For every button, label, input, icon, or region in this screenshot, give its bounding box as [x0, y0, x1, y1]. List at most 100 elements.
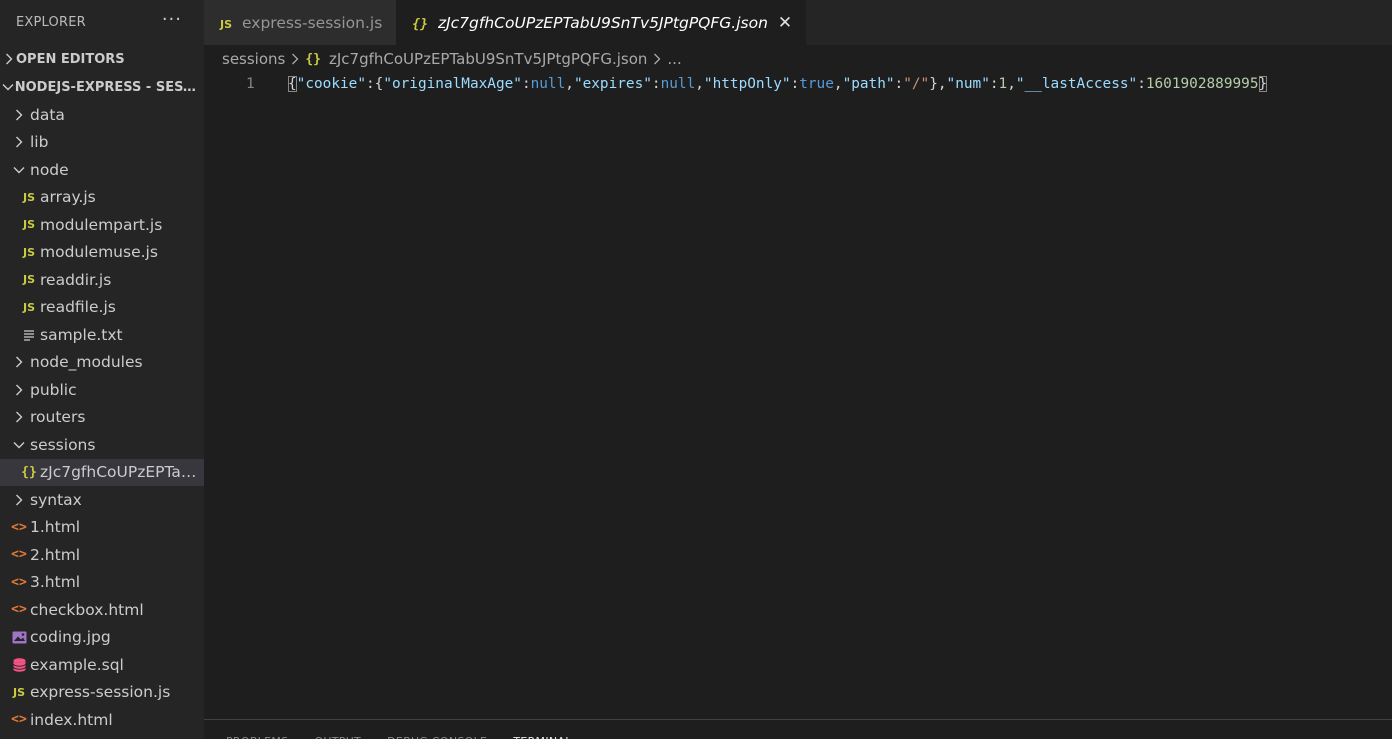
- vscode-window: EXPLORER ··· OPEN EDITORS NODEJS-EXPRESS…: [0, 0, 1392, 739]
- explorer-sidebar: EXPLORER ··· OPEN EDITORS NODEJS-EXPRESS…: [0, 0, 204, 739]
- panel-tab-debug-console[interactable]: DEBUG CONSOLE: [387, 735, 487, 739]
- code-token: "originalMaxAge": [383, 76, 522, 92]
- code-token: :: [989, 76, 999, 92]
- js-file-icon: JS: [220, 17, 233, 31]
- code-token: 1601902889995: [1145, 76, 1259, 92]
- tree-item-label: coding.jpg: [30, 628, 111, 647]
- database-file-icon: [8, 658, 30, 672]
- tree-item-label: data: [30, 105, 65, 124]
- tree-item-label: 1.html: [30, 518, 81, 537]
- js-file-icon: JS: [22, 245, 35, 259]
- code-text[interactable]: {"cookie":{"originalMaxAge":null,"expire…: [288, 76, 1268, 92]
- html-file-icon: <>: [11, 547, 27, 563]
- tree-item-public[interactable]: public: [0, 376, 204, 404]
- code-editor[interactable]: 1 {"cookie":{"originalMaxAge":null,"expi…: [204, 73, 1392, 719]
- tree-item-coding-jpg[interactable]: coding.jpg: [0, 624, 204, 652]
- js-file-icon: JS: [22, 218, 35, 232]
- panel-tab-terminal[interactable]: TERMINAL: [513, 735, 571, 739]
- tree-item-syntax[interactable]: syntax: [0, 486, 204, 514]
- close-tab-icon[interactable]: ✕: [778, 13, 792, 33]
- html-file-icon: <>: [11, 574, 27, 590]
- breadcrumb-symbol[interactable]: ...: [667, 50, 681, 68]
- open-editors-section[interactable]: OPEN EDITORS: [0, 45, 204, 73]
- tree-item-node[interactable]: node: [0, 156, 204, 184]
- tree-item-lib[interactable]: lib: [0, 129, 204, 157]
- file-tree: data lib node JS array.js JS modulempart.js JS m…: [0, 101, 204, 734]
- tree-item-index-html[interactable]: <> index.html: [0, 706, 204, 734]
- bottom-panel: PROBLEMS OUTPUT DEBUG CONSOLE TERMINAL: [204, 719, 1392, 739]
- open-editors-label: OPEN EDITORS: [16, 51, 125, 67]
- tree-item-modulemuse-js[interactable]: JS modulemuse.js: [0, 239, 204, 267]
- js-file-icon: JS: [22, 273, 35, 287]
- explorer-header: EXPLORER ···: [0, 0, 204, 45]
- tree-item-label: node_modules: [30, 353, 143, 372]
- editor-tab-label: express-session.js: [242, 13, 383, 32]
- project-section[interactable]: NODEJS-EXPRESS - SESSIO...: [0, 73, 204, 101]
- tree-item-array-js[interactable]: JS array.js: [0, 184, 204, 212]
- chevron-right-icon: [2, 53, 16, 65]
- bracket-token: {: [288, 76, 297, 92]
- tree-item-label: checkbox.html: [30, 600, 144, 619]
- code-token: :: [894, 76, 904, 92]
- tree-item-readfile-js[interactable]: JS readfile.js: [0, 294, 204, 322]
- code-token: "cookie": [296, 76, 366, 92]
- tree-item-label: readfile.js: [40, 298, 116, 317]
- code-token: ,: [833, 76, 843, 92]
- panel-tab-output[interactable]: OUTPUT: [314, 735, 361, 739]
- tree-item-sample-txt[interactable]: sample.txt: [0, 321, 204, 349]
- tree-item-2-html[interactable]: <> 2.html: [0, 541, 204, 569]
- chevron-right-icon: [8, 109, 30, 121]
- chevron-right-icon: [8, 494, 30, 506]
- editor-tab[interactable]: {} zJc7gfhCoUPzEPTabU9SnTv5JPtgPQFG.json ✕: [396, 0, 807, 45]
- explorer-title: EXPLORER: [16, 15, 86, 30]
- code-token: ,: [695, 76, 704, 92]
- tree-item-express-session-js[interactable]: JS express-session.js: [0, 679, 204, 707]
- code-token: :: [651, 76, 661, 92]
- js-file-icon: JS: [22, 300, 35, 314]
- line-number: 1: [246, 76, 255, 92]
- breadcrumb-folder[interactable]: sessions: [222, 50, 285, 68]
- tree-item-sessions[interactable]: sessions: [0, 431, 204, 459]
- chevron-right-icon: [291, 53, 299, 65]
- tree-item-3-html[interactable]: <> 3.html: [0, 569, 204, 597]
- tree-item-label: express-session.js: [30, 683, 171, 702]
- code-token: ,: [1007, 76, 1016, 92]
- code-token: null: [530, 76, 566, 92]
- tree-item-checkbox-html[interactable]: <> checkbox.html: [0, 596, 204, 624]
- tree-item-label: public: [30, 380, 77, 399]
- code-token: "/": [903, 76, 930, 92]
- tree-item-label: index.html: [30, 710, 113, 729]
- tree-item-1-html[interactable]: <> 1.html: [0, 514, 204, 542]
- tree-item-modulempart-js[interactable]: JS modulempart.js: [0, 211, 204, 239]
- chevron-right-icon: [653, 53, 661, 65]
- chevron-down-icon: [8, 441, 30, 449]
- js-file-icon: JS: [22, 190, 35, 204]
- tree-item-example-sql[interactable]: example.sql: [0, 651, 204, 679]
- project-label: NODEJS-EXPRESS - SESSIO...: [14, 79, 204, 95]
- code-token: :{: [365, 76, 384, 92]
- editor-tab[interactable]: JS express-session.js: [204, 0, 397, 45]
- json-file-icon: {}: [412, 16, 428, 32]
- code-token: "num": [946, 76, 990, 92]
- tree-item-label: 3.html: [30, 573, 81, 592]
- breadcrumb: sessions {} zJc7gfhCoUPzEPTabU9SnTv5JPtg…: [204, 45, 1392, 73]
- editor-tab-label: zJc7gfhCoUPzEPTabU9SnTv5JPtgPQFG.json: [437, 13, 768, 32]
- tree-item-routers[interactable]: routers: [0, 404, 204, 432]
- panel-tab-problems[interactable]: PROBLEMS: [226, 735, 288, 739]
- tree-item-label: syntax: [30, 490, 82, 509]
- code-token: "__lastAccess": [1015, 76, 1138, 92]
- code-token: :: [790, 76, 800, 92]
- tree-item-data[interactable]: data: [0, 101, 204, 129]
- breadcrumb-file[interactable]: zJc7gfhCoUPzEPTabU9SnTv5JPtgPQFG.json: [329, 50, 647, 68]
- tree-item-readdir-js[interactable]: JS readdir.js: [0, 266, 204, 294]
- tree-item-zjc7gfhcoupzeptab[interactable]: {} zJc7gfhCoUPzEPTab...: [0, 458, 204, 486]
- tree-item-node-modules[interactable]: node_modules: [0, 349, 204, 377]
- more-actions-icon[interactable]: ···: [162, 10, 182, 29]
- tree-item-label: example.sql: [30, 655, 124, 674]
- chevron-right-icon: [8, 136, 30, 148]
- code-token: "expires": [573, 76, 652, 92]
- tree-item-label: array.js: [40, 188, 96, 207]
- code-token: null: [660, 76, 696, 92]
- code-token: 1: [998, 76, 1008, 92]
- text-file-icon: [18, 329, 40, 341]
